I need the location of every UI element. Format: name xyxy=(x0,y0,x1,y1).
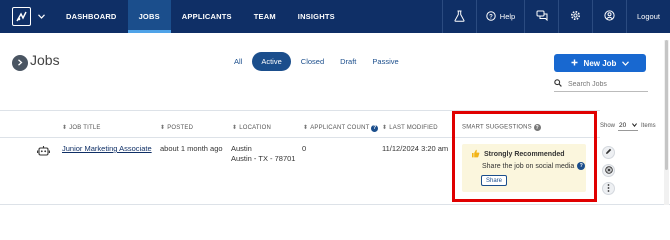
last-modified-value: 11/12/2024 3:20 am xyxy=(382,144,449,153)
column-header-last-modified[interactable]: ⬍ LAST MODIFIED xyxy=(382,124,438,131)
suggestion-title: Strongly Recommended xyxy=(471,149,565,160)
logout-button[interactable]: Logout xyxy=(626,0,670,33)
table-row-divider xyxy=(0,204,670,205)
app-logo[interactable] xyxy=(6,0,36,33)
nav-dashboard[interactable]: DASHBOARD xyxy=(55,0,128,33)
close-circle-icon xyxy=(604,165,613,176)
sort-icon: ⬍ xyxy=(303,125,309,131)
column-header-location[interactable]: ⬍ LOCATION xyxy=(232,124,271,131)
thumbs-up-icon xyxy=(471,149,480,160)
help-circle-icon: ? xyxy=(486,10,496,23)
posted-value: about 1 month ago xyxy=(160,144,223,153)
help-icon[interactable]: ? xyxy=(577,162,586,170)
close-job-button[interactable] xyxy=(602,164,615,177)
suggestion-card: Strongly Recommended Share the job on so… xyxy=(462,144,586,192)
sort-icon: ⬍ xyxy=(382,125,388,131)
column-header-label: LAST MODIFIED xyxy=(389,125,438,131)
nav-right-actions: ? Help Logout xyxy=(442,0,670,33)
top-nav: DASHBOARD JOBS APPLICANTS TEAM INSIGHTS … xyxy=(0,0,670,33)
more-options-button[interactable] xyxy=(602,182,615,195)
share-button[interactable]: Share xyxy=(481,175,508,186)
job-title-link[interactable]: Junior Marketing Associate xyxy=(62,144,152,154)
suggestion-text: Share the job on social media ? xyxy=(482,162,586,170)
page-size-control: Show 20 Items xyxy=(600,120,656,131)
chevron-down-icon[interactable] xyxy=(38,0,45,33)
column-header-label: APPLICANT COUNT xyxy=(310,125,370,131)
column-header-label: JOB TITLE xyxy=(69,125,101,131)
svg-text:?: ? xyxy=(489,14,493,20)
more-vertical-icon xyxy=(607,183,610,194)
logo-icon xyxy=(11,7,31,26)
user-circle-icon xyxy=(604,10,615,23)
nav-jobs[interactable]: JOBS xyxy=(127,0,171,33)
suggestion-text-value: Share the job on social media xyxy=(482,162,575,170)
new-job-label: New Job xyxy=(583,58,617,68)
help-button[interactable]: ? Help xyxy=(476,0,524,33)
applicant-count-value: 0 xyxy=(302,144,307,153)
suggestion-title-text: Strongly Recommended xyxy=(484,151,565,158)
page-size-value: 20 xyxy=(619,121,627,129)
search-input[interactable] xyxy=(568,80,638,88)
column-header-label: POSTED xyxy=(167,125,194,131)
column-header-applicant-count[interactable]: ⬍ APPLICANT COUNT ? xyxy=(303,124,379,132)
page-size-select[interactable]: 20 xyxy=(618,120,639,131)
column-header-posted[interactable]: ⬍ POSTED xyxy=(160,124,193,131)
show-label: Show xyxy=(600,122,616,129)
location-city: Austin xyxy=(231,144,252,153)
filter-closed[interactable]: Closed xyxy=(295,52,330,71)
help-icon[interactable]: ? xyxy=(371,124,379,132)
new-job-button[interactable]: New Job xyxy=(554,54,646,72)
chevron-right-icon xyxy=(17,58,23,68)
chevron-down-icon xyxy=(622,59,630,68)
gear-icon xyxy=(570,10,581,23)
sort-icon: ⬍ xyxy=(62,125,68,131)
settings-button[interactable] xyxy=(558,0,592,33)
nav-insights[interactable]: INSIGHTS xyxy=(287,0,346,33)
edit-job-button[interactable] xyxy=(602,146,615,159)
nav-applicants[interactable]: APPLICANTS xyxy=(171,0,243,33)
column-header-label: SMART SUGGESTIONS xyxy=(462,124,532,131)
filter-passive[interactable]: Passive xyxy=(366,52,404,71)
chat-icon xyxy=(536,10,548,23)
items-label: Items xyxy=(641,122,656,129)
plus-icon xyxy=(571,59,578,68)
search-icon xyxy=(554,79,562,89)
flask-button[interactable] xyxy=(442,0,476,33)
filter-active[interactable]: Active xyxy=(252,52,291,71)
help-label: Help xyxy=(499,12,516,21)
status-filter-tabs: All Active Closed Draft Passive xyxy=(228,52,405,71)
filter-all[interactable]: All xyxy=(228,52,248,71)
messages-button[interactable] xyxy=(524,0,558,33)
nav-team[interactable]: TEAM xyxy=(243,0,287,33)
sort-icon: ⬍ xyxy=(160,125,166,131)
robot-icon[interactable] xyxy=(37,145,50,159)
search-box xyxy=(554,77,648,92)
filter-draft[interactable]: Draft xyxy=(334,52,362,71)
sort-icon: ⬍ xyxy=(232,125,238,131)
flask-icon xyxy=(454,10,465,24)
scrollbar-thumb[interactable] xyxy=(665,40,668,170)
sidebar-toggle-button[interactable] xyxy=(12,55,28,71)
profile-button[interactable] xyxy=(592,0,626,33)
page-title: Jobs xyxy=(30,52,60,68)
column-header-smart-suggestions: SMART SUGGESTIONS ? xyxy=(462,124,541,131)
location-detail: Austin - TX - 78701 xyxy=(231,154,296,163)
help-icon[interactable]: ? xyxy=(533,124,541,131)
column-header-label: LOCATION xyxy=(239,125,272,131)
pencil-icon xyxy=(605,148,612,157)
column-header-job-title[interactable]: ⬍ JOB TITLE xyxy=(62,124,101,131)
chevron-down-icon xyxy=(632,122,638,129)
